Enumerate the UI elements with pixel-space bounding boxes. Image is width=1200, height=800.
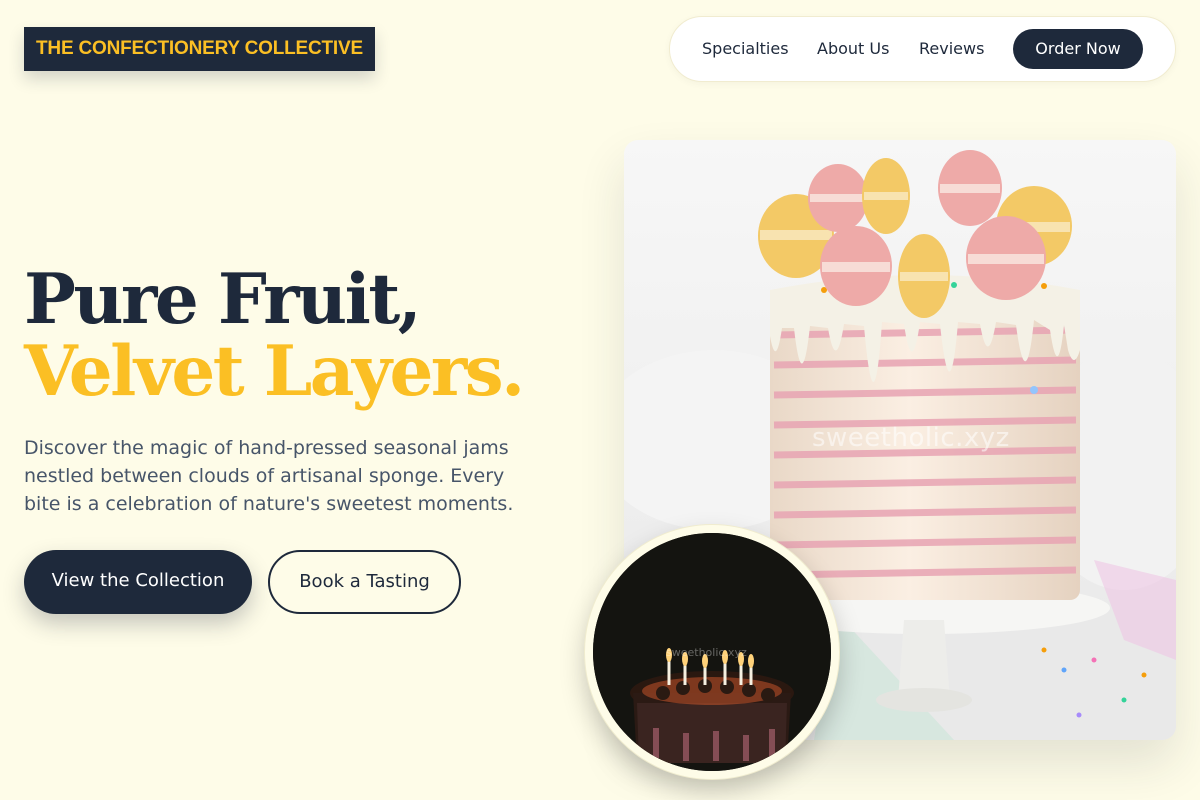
headline-line-1: Pure Fruit, — [24, 259, 422, 340]
main-nav: Specialties About Us Reviews Order Now — [669, 16, 1176, 82]
book-tasting-button[interactable]: Book a Tasting — [268, 550, 461, 614]
nav-link-specialties[interactable]: Specialties — [702, 17, 789, 81]
hero-headline: Pure Fruit, Velvet Layers. — [24, 259, 525, 412]
brand-name: THE CONFECTIONERY COLLECTIVE — [36, 38, 363, 59]
nav-link-about-us[interactable]: About Us — [817, 17, 889, 81]
image-watermark: sweetholic.xyz — [812, 423, 1010, 453]
inset-image-watermark: sweetholic.xyz — [666, 646, 747, 659]
hero-description: Discover the magic of hand-pressed seaso… — [24, 437, 514, 515]
order-now-button[interactable]: Order Now — [1013, 29, 1143, 69]
view-collection-button[interactable]: View the Collection — [24, 550, 252, 614]
brand-logo[interactable]: THE CONFECTIONERY COLLECTIVE — [24, 27, 375, 71]
nav-link-reviews[interactable]: Reviews — [919, 17, 984, 81]
birthday-cake-inset-image: sweetholic.xyz — [585, 525, 839, 779]
headline-line-2: Velvet Layers. — [24, 331, 525, 412]
